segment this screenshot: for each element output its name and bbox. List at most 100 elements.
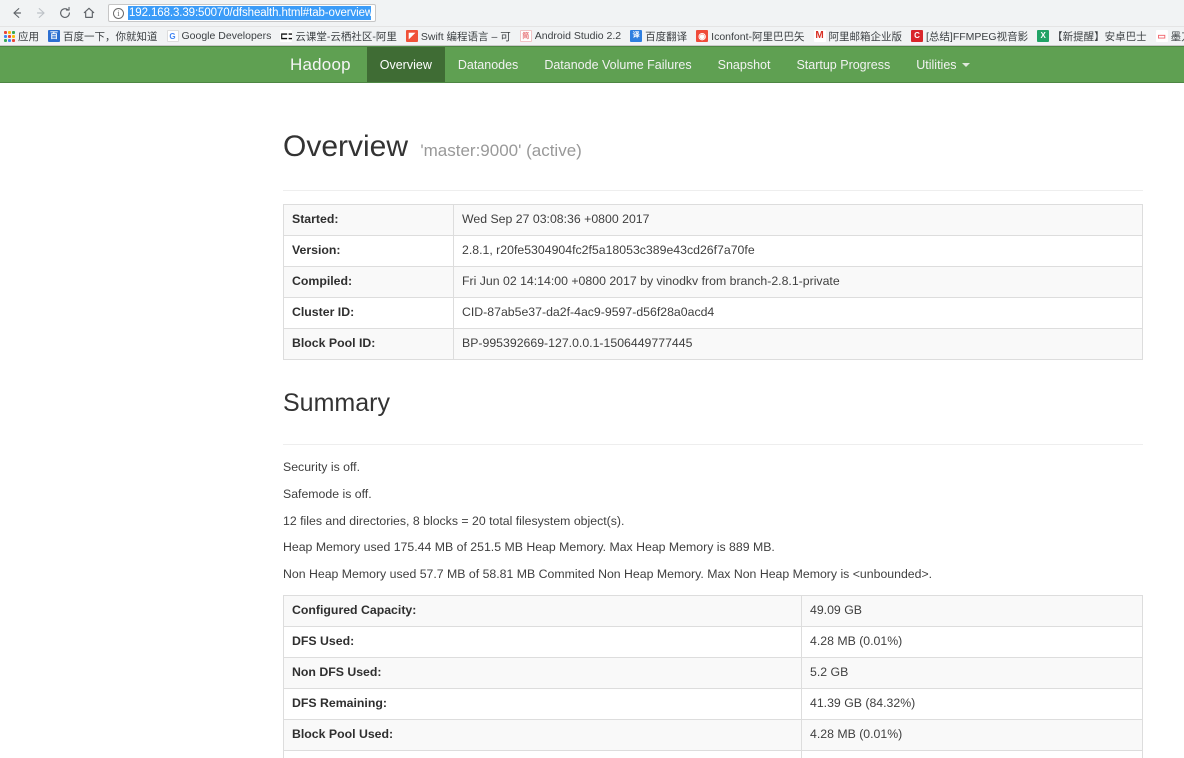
summary-table: Configured Capacity: 49.09 GB DFS Used: … <box>283 595 1143 758</box>
summary-line: Heap Memory used 175.44 MB of 251.5 MB H… <box>283 540 775 555</box>
address-bar-url[interactable]: 192.168.3.39:50070/dfshealth.html#tab-ov… <box>128 6 371 20</box>
chevron-down-icon <box>961 62 970 67</box>
bookmark-item[interactable]: ⊏⊐ 云课堂-云栖社区-阿里 <box>280 29 397 44</box>
bookmark-item[interactable]: 译 百度翻译 <box>630 29 687 44</box>
row-value: 2.8.1, r20fe5304904fc2f5a18053c389e43cd2… <box>453 234 1143 267</box>
bookmark-label: Google Developers <box>181 30 272 42</box>
row-key: DataNodes usages% (Min/Median/Max/stdDev… <box>283 750 802 758</box>
address-bar[interactable]: i 192.168.3.39:50070/dfshealth.html#tab-… <box>108 4 376 22</box>
browser-toolbar: i 192.168.3.39:50070/dfshealth.html#tab-… <box>0 0 1184 26</box>
row-value: 4.28 MB (0.01%) <box>801 719 1143 752</box>
nav-tab-overview[interactable]: Overview <box>366 47 445 82</box>
row-value: Wed Sep 27 03:08:36 +0800 2017 <box>453 204 1143 236</box>
row-value: 0.01% / 0.01% / 0.01% / 0.00% <box>801 750 1143 758</box>
bookmark-item[interactable]: ◉ Iconfont-阿里巴巴矢 <box>696 29 805 44</box>
row-key: Version: <box>283 234 454 267</box>
row-key: DFS Remaining: <box>283 688 802 721</box>
bookmark-item[interactable]: ▭ 墨刀 — 全部项目 <box>1155 29 1184 44</box>
row-key: DFS Used: <box>283 626 802 659</box>
table-row: Non DFS Used: 5.2 GB <box>283 657 1143 690</box>
row-value: 5.2 GB <box>801 657 1143 690</box>
overview-table: Started: Wed Sep 27 03:08:36 +0800 2017 … <box>283 204 1143 360</box>
table-row: Block Pool ID: BP-995392669-127.0.0.1-15… <box>283 327 1143 360</box>
summary-divider <box>283 444 1143 446</box>
bookmark-item[interactable]: X 【新提醒】安卓巴士 <box>1037 29 1147 44</box>
nav-tab-label: Datanode Volume Failures <box>544 57 692 72</box>
bookmark-apps[interactable]: 应用 <box>4 29 39 44</box>
row-value: 49.09 GB <box>801 595 1143 628</box>
page-title-subtitle: 'master:9000' (active) <box>420 141 582 160</box>
bookmark-label: 应用 <box>18 30 39 43</box>
bookmark-label: 百度翻译 <box>645 30 688 43</box>
table-row: Compiled: Fri Jun 02 14:14:00 +0800 2017… <box>283 265 1143 298</box>
bookmark-label: Swift 编程语言 – 可 <box>420 30 511 43</box>
row-key: Compiled: <box>283 265 454 298</box>
nav-tab-datanodes[interactable]: Datanodes <box>445 47 531 82</box>
table-row: Block Pool Used: 4.28 MB (0.01%) <box>283 719 1143 752</box>
summary-line: Security is off. <box>283 460 360 475</box>
table-row: Configured Capacity: 49.09 GB <box>283 595 1143 628</box>
summary-text-block: Security is off. Safemode is off. 12 fil… <box>283 459 1143 582</box>
nav-tab-label: Startup Progress <box>796 57 891 72</box>
bookmark-item[interactable]: M 阿里邮箱企业版 <box>813 29 903 44</box>
table-row: Version: 2.8.1, r20fe5304904fc2f5a18053c… <box>283 234 1143 267</box>
bookmark-label: Iconfont-阿里巴巴矢 <box>711 30 805 43</box>
row-value: 4.28 MB (0.01%) <box>801 626 1143 659</box>
google-developers-icon: G <box>166 30 179 42</box>
row-key: Block Pool Used: <box>283 719 802 752</box>
alimail-icon: M <box>813 30 826 42</box>
bookmark-label: 阿里邮箱企业版 <box>828 30 903 43</box>
forward-arrow-icon[interactable] <box>30 2 52 24</box>
row-value: 41.39 GB (84.32%) <box>801 688 1143 721</box>
apps-grid-icon <box>4 30 15 42</box>
bookmark-label: 云课堂-云栖社区-阿里 <box>295 30 397 43</box>
table-row: DataNodes usages% (Min/Median/Max/stdDev… <box>283 750 1143 758</box>
csdn-icon: C <box>911 30 924 42</box>
row-value: CID-87ab5e37-da2f-4ac9-9597-d56f28a0acd4 <box>453 296 1143 329</box>
bookmark-label: [总结]FFMPEG视音影 <box>926 30 1029 43</box>
bookmark-label: 墨刀 — 全部项目 <box>1170 30 1184 43</box>
row-key: Configured Capacity: <box>283 595 802 628</box>
bookmark-item[interactable]: 百 百度一下，你就知道 <box>48 29 158 44</box>
nav-tab-datanode-volume-failures[interactable]: Datanode Volume Failures <box>531 47 704 82</box>
nav-tab-label: Datanodes <box>457 57 519 72</box>
page-body: Overview 'master:9000' (active) Started:… <box>0 130 1184 758</box>
site-info-icon[interactable]: i <box>113 7 124 19</box>
swift-icon: ◤ <box>405 30 418 42</box>
android-studio-icon: 简 <box>519 30 532 42</box>
bookmark-item[interactable]: G Google Developers <box>166 30 272 42</box>
bookmark-item[interactable]: ◤ Swift 编程语言 – 可 <box>405 29 511 44</box>
bookmark-item[interactable]: 简 Android Studio 2.2 <box>519 30 622 42</box>
hadoop-navbar: Hadoop Overview Datanodes Datanode Volum… <box>0 46 1184 83</box>
nav-tab-label: Utilities <box>916 57 957 72</box>
bookmark-label: 百度一下，你就知道 <box>63 30 158 43</box>
nav-tab-snapshot[interactable]: Snapshot <box>705 47 784 82</box>
row-value: Fri Jun 02 14:14:00 +0800 2017 by vinodk… <box>453 265 1143 298</box>
table-row: Started: Wed Sep 27 03:08:36 +0800 2017 <box>283 204 1143 236</box>
back-arrow-icon[interactable] <box>6 2 28 24</box>
bookmarks-bar: 应用 百 百度一下，你就知道 G Google Developers ⊏⊐ 云课… <box>0 26 1184 45</box>
summary-line: Non Heap Memory used 57.7 MB of 58.81 MB… <box>283 566 933 581</box>
table-row: Cluster ID: CID-87ab5e37-da2f-4ac9-9597-… <box>283 296 1143 329</box>
title-divider <box>283 190 1143 191</box>
page-title-main: Overview <box>283 130 409 163</box>
nav-tab-utilities[interactable]: Utilities <box>903 47 982 82</box>
nav-tab-startup-progress[interactable]: Startup Progress <box>783 47 903 82</box>
summary-line: Safemode is off. <box>283 487 372 502</box>
home-icon[interactable] <box>78 2 100 24</box>
row-key: Started: <box>283 204 454 236</box>
table-row: DFS Remaining: 41.39 GB (84.32%) <box>283 688 1143 721</box>
reload-icon[interactable] <box>54 2 76 24</box>
bookmark-label: 【新提醒】安卓巴士 <box>1052 30 1147 43</box>
bookmark-label: Android Studio 2.2 <box>534 30 622 42</box>
nav-tab-label: Snapshot <box>717 57 771 72</box>
row-key: Non DFS Used: <box>283 657 802 690</box>
row-key: Block Pool ID: <box>283 327 454 360</box>
hadoop-brand[interactable]: Hadoop <box>280 47 367 82</box>
nav-tab-label: Overview <box>379 57 432 72</box>
table-row: DFS Used: 4.28 MB (0.01%) <box>283 626 1143 659</box>
excel-icon: X <box>1037 30 1050 42</box>
summary-line: 12 files and directories, 8 blocks = 20 … <box>283 513 625 528</box>
row-key: Cluster ID: <box>283 296 454 329</box>
bookmark-item[interactable]: C [总结]FFMPEG视音影 <box>911 29 1028 44</box>
